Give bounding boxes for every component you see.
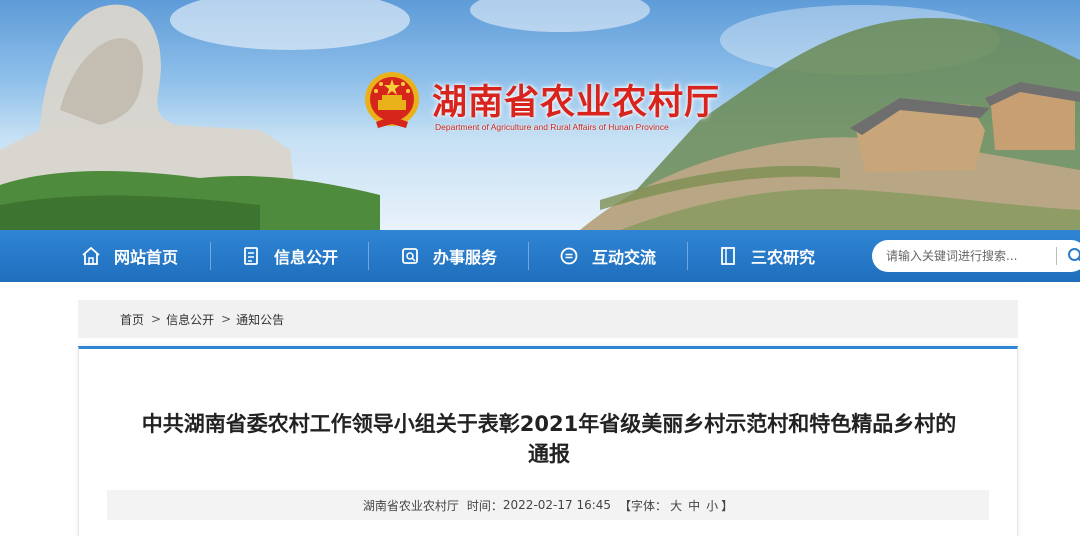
nav-divider <box>210 242 211 270</box>
search-divider <box>1056 247 1057 265</box>
national-emblem-logo <box>362 70 422 132</box>
nav-divider <box>368 242 369 270</box>
font-size-large-button[interactable]: 大 <box>670 497 682 514</box>
site-subtitle: Department of Agriculture and Rural Affa… <box>435 122 669 132</box>
article-title: 中共湖南省委农村工作领导小组关于表彰2021年省级美丽乡村示范村和特色精品乡村的… <box>99 409 999 469</box>
nav-item-home[interactable]: 网站首页 <box>80 230 178 282</box>
article-meta-bar: 湖南省农业农村厅 时间： 2022-02-17 16:45 【字体： 大 中 小… <box>107 490 989 520</box>
search-icon[interactable] <box>1067 247 1080 265</box>
site-title: 湖南省农业农村厅 <box>432 74 720 125</box>
service-icon <box>399 245 421 267</box>
font-size-close: 】 <box>721 497 733 514</box>
breadcrumb-info-disclosure[interactable]: 信息公开 <box>166 311 214 328</box>
breadcrumb-separator: > <box>151 312 161 326</box>
article-source: 湖南省农业农村厅 <box>363 497 459 514</box>
nav-divider <box>528 242 529 270</box>
chat-icon <box>558 245 580 267</box>
nav-item-label: 办事服务 <box>433 244 497 268</box>
font-size-medium-button[interactable]: 中 <box>688 497 700 514</box>
breadcrumb-notices[interactable]: 通知公告 <box>236 311 284 328</box>
nav-item-info-disclosure[interactable]: 信息公开 <box>240 230 338 282</box>
header-banner: 湖南省农业农村厅 Department of Agriculture and R… <box>0 0 1080 230</box>
nav-item-label: 三农研究 <box>751 244 815 268</box>
nav-item-interaction[interactable]: 互动交流 <box>558 230 656 282</box>
nav-item-label: 网站首页 <box>114 244 178 268</box>
article-title-line: 中共湖南省委农村工作领导小组关于表彰2021年省级美丽乡村示范村和特色精品乡村的 <box>99 409 999 439</box>
article-time-label: 时间： <box>467 497 503 514</box>
article-time: 2022-02-17 16:45 <box>503 498 611 512</box>
breadcrumb-separator: > <box>221 312 231 326</box>
breadcrumb: 首页 > 信息公开 > 通知公告 <box>78 300 1018 338</box>
book-icon <box>717 245 739 267</box>
font-size-label: 【字体： <box>619 497 667 514</box>
nav-divider <box>687 242 688 270</box>
document-icon <box>240 245 262 267</box>
search-box <box>872 240 1080 272</box>
nav-item-research[interactable]: 三农研究 <box>717 230 815 282</box>
nav-item-services[interactable]: 办事服务 <box>399 230 497 282</box>
article-panel: 中共湖南省委农村工作领导小组关于表彰2021年省级美丽乡村示范村和特色精品乡村的… <box>78 346 1018 536</box>
search-input[interactable] <box>886 249 1056 263</box>
nav-item-label: 互动交流 <box>592 244 656 268</box>
nav-item-label: 信息公开 <box>274 244 338 268</box>
article-title-line: 通报 <box>99 439 999 469</box>
font-size-small-button[interactable]: 小 <box>706 497 718 514</box>
home-icon <box>80 245 102 267</box>
breadcrumb-home[interactable]: 首页 <box>120 311 144 328</box>
